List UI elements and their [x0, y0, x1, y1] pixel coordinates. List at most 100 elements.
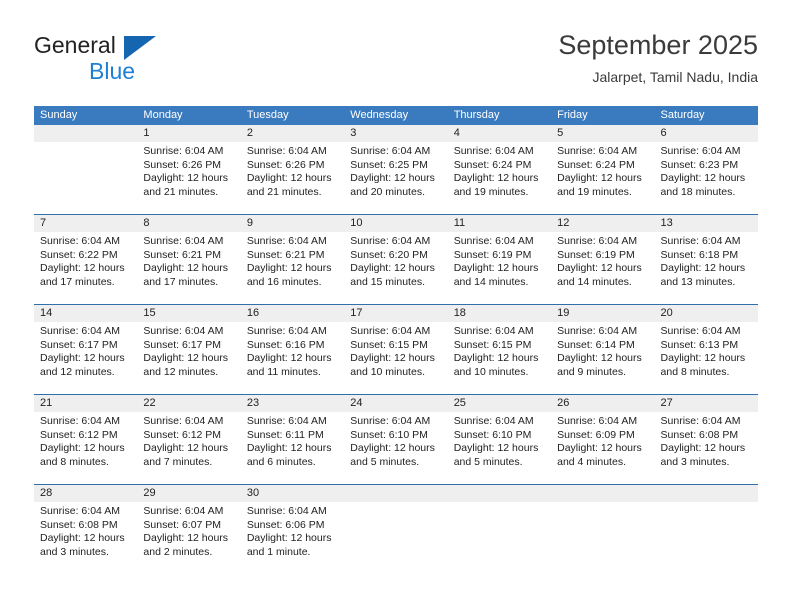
- day-number[interactable]: 4: [448, 125, 551, 142]
- day-cell[interactable]: Sunrise: 6:04 AM Sunset: 6:12 PM Daylight:…: [34, 412, 137, 484]
- day-number[interactable]: 21: [34, 395, 137, 412]
- day-cell[interactable]: Sunrise: 6:04 AM Sunset: 6:09 PM Daylight:…: [551, 412, 654, 484]
- day-number[interactable]: 5: [551, 125, 654, 142]
- day-cell[interactable]: Sunrise: 6:04 AM Sunset: 6:15 PM Daylight:…: [344, 322, 447, 394]
- day-cell[interactable]: Sunrise: 6:04 AM Sunset: 6:17 PM Daylight:…: [137, 322, 240, 394]
- sunset-text: Sunset: 6:26 PM: [246, 158, 325, 171]
- day-cell[interactable]: Sunrise: 6:04 AM Sunset: 6:22 PM Daylight:…: [34, 232, 137, 304]
- day-cell[interactable]: Sunrise: 6:04 AM Sunset: 6:07 PM Daylight:…: [137, 502, 240, 574]
- sunrise-text: Sunrise: 6:04 AM: [40, 235, 120, 247]
- daylight-text: Daylight: 12 hours and 14 minutes.: [557, 262, 642, 288]
- day-number[interactable]: 22: [137, 395, 240, 412]
- day-cell[interactable]: Sunrise: 6:04 AM Sunset: 6:24 PM Daylight:…: [448, 142, 551, 214]
- day-number[interactable]: 1: [137, 125, 240, 142]
- day-number[interactable]: 30: [241, 485, 344, 502]
- daylight-text: Daylight: 12 hours and 16 minutes.: [246, 262, 332, 288]
- day-number[interactable]: 28: [34, 485, 137, 502]
- day-number[interactable]: 25: [448, 395, 551, 412]
- week-date-number-row: 21 22 23 24 25 26 27: [34, 395, 758, 412]
- sunset-text: Sunset: 6:26 PM: [143, 158, 222, 171]
- daylight-text: Daylight: 12 hours and 9 minutes.: [557, 352, 642, 378]
- day-number[interactable]: 17: [344, 305, 447, 322]
- day-cell[interactable]: Sunrise: 6:04 AM Sunset: 6:08 PM Daylight:…: [34, 502, 137, 574]
- day-cell[interactable]: Sunrise: 6:04 AM Sunset: 6:14 PM Daylight:…: [551, 322, 654, 394]
- sunset-text: Sunset: 6:09 PM: [557, 428, 635, 441]
- day-number[interactable]: 18: [448, 305, 551, 322]
- day-number[interactable]: 14: [34, 305, 137, 322]
- day-cell[interactable]: Sunrise: 6:04 AM Sunset: 6:25 PM Daylight:…: [344, 142, 447, 214]
- sunset-text: Sunset: 6:17 PM: [143, 338, 222, 351]
- day-number[interactable]: 10: [344, 215, 447, 232]
- day-number[interactable]: 13: [655, 215, 758, 232]
- day-number[interactable]: 7: [34, 215, 137, 232]
- day-cell[interactable]: Sunrise: 6:04 AM Sunset: 6:08 PM Daylight:…: [655, 412, 758, 484]
- day-number[interactable]: 20: [655, 305, 758, 322]
- sunset-text: Sunset: 6:13 PM: [660, 338, 739, 351]
- day-number-empty: [655, 485, 758, 502]
- day-cell[interactable]: Sunrise: 6:04 AM Sunset: 6:11 PM Daylight:…: [241, 412, 344, 484]
- day-cell[interactable]: Sunrise: 6:04 AM Sunset: 6:10 PM Daylight:…: [448, 412, 551, 484]
- day-cell[interactable]: Sunrise: 6:04 AM Sunset: 6:19 PM Daylight:…: [448, 232, 551, 304]
- day-cell[interactable]: Sunrise: 6:04 AM Sunset: 6:16 PM Daylight:…: [241, 322, 344, 394]
- day-cell[interactable]: Sunrise: 6:04 AM Sunset: 6:21 PM Daylight:…: [137, 232, 240, 304]
- calendar-week-row: 1 2 3 4 5 6 Sunrise: 6:04 AM Sunset: 6:26 PM Day…: [34, 125, 758, 214]
- sunrise-text: Sunrise: 6:04 AM: [143, 145, 224, 157]
- sunrise-text: Sunrise: 6:04 AM: [557, 145, 638, 157]
- day-number[interactable]: 15: [137, 305, 240, 322]
- weekday-header-sunday: Sunday: [40, 109, 78, 121]
- sunrise-text: Sunrise: 6:04 AM: [350, 415, 431, 427]
- day-number[interactable]: 23: [241, 395, 344, 412]
- day-cell[interactable]: Sunrise: 6:04 AM Sunset: 6:26 PM Daylight:…: [137, 142, 240, 214]
- general-blue-logo[interactable]: General Blue: [34, 32, 214, 86]
- day-cell[interactable]: Sunrise: 6:04 AM Sunset: 6:19 PM Daylight:…: [551, 232, 654, 304]
- sunrise-text: Sunrise: 6:04 AM: [557, 235, 638, 247]
- sunrise-text: Sunrise: 6:04 AM: [40, 325, 120, 337]
- calendar-grid: Sunday Monday Tuesday Wednesday Thursday…: [34, 106, 758, 574]
- daylight-text: Daylight: 12 hours and 13 minutes.: [660, 262, 746, 288]
- day-number[interactable]: 8: [137, 215, 240, 232]
- sunrise-text: Sunrise: 6:04 AM: [246, 325, 327, 337]
- sunset-text: Sunset: 6:16 PM: [246, 338, 325, 351]
- day-number[interactable]: 16: [241, 305, 344, 322]
- day-number[interactable]: 29: [137, 485, 240, 502]
- daylight-text: Daylight: 12 hours and 5 minutes.: [350, 442, 435, 468]
- daylight-text: Daylight: 12 hours and 3 minutes.: [40, 532, 125, 558]
- day-cell[interactable]: Sunrise: 6:04 AM Sunset: 6:10 PM Daylight:…: [344, 412, 447, 484]
- day-number[interactable]: 24: [344, 395, 447, 412]
- day-number[interactable]: 9: [241, 215, 344, 232]
- title-block: September 2025 Jalarpet, Tamil Nadu, Ind…: [558, 28, 758, 86]
- day-cell[interactable]: Sunrise: 6:04 AM Sunset: 6:18 PM Daylight:…: [655, 232, 758, 304]
- day-cell[interactable]: Sunrise: 6:04 AM Sunset: 6:13 PM Daylight:…: [655, 322, 758, 394]
- day-number[interactable]: 11: [448, 215, 551, 232]
- daylight-text: Daylight: 12 hours and 1 minute.: [246, 532, 332, 558]
- day-number[interactable]: 19: [551, 305, 654, 322]
- day-cell[interactable]: Sunrise: 6:04 AM Sunset: 6:15 PM Daylight:…: [448, 322, 551, 394]
- daylight-text: Daylight: 12 hours and 3 minutes.: [660, 442, 746, 468]
- day-cell[interactable]: Sunrise: 6:04 AM Sunset: 6:26 PM Daylight:…: [241, 142, 344, 214]
- day-cell-empty: [34, 142, 137, 214]
- week-date-number-row: 14 15 16 17 18 19 20: [34, 305, 758, 322]
- day-cell[interactable]: Sunrise: 6:04 AM Sunset: 6:06 PM Daylight:…: [241, 502, 344, 574]
- daylight-text: Daylight: 12 hours and 8 minutes.: [660, 352, 746, 378]
- triangle-icon: [124, 36, 156, 60]
- sunset-text: Sunset: 6:15 PM: [453, 338, 532, 351]
- sunset-text: Sunset: 6:07 PM: [143, 518, 222, 531]
- day-cell[interactable]: Sunrise: 6:04 AM Sunset: 6:20 PM Daylight:…: [344, 232, 447, 304]
- day-cell[interactable]: Sunrise: 6:04 AM Sunset: 6:17 PM Daylight:…: [34, 322, 137, 394]
- day-number[interactable]: 12: [551, 215, 654, 232]
- day-number[interactable]: 26: [551, 395, 654, 412]
- day-number[interactable]: 3: [344, 125, 447, 142]
- day-cell[interactable]: Sunrise: 6:04 AM Sunset: 6:23 PM Daylight:…: [655, 142, 758, 214]
- day-number-empty: [551, 485, 654, 502]
- day-number[interactable]: 6: [655, 125, 758, 142]
- day-number[interactable]: 27: [655, 395, 758, 412]
- daylight-text: Daylight: 12 hours and 2 minutes.: [143, 532, 229, 558]
- day-cell[interactable]: Sunrise: 6:04 AM Sunset: 6:12 PM Daylight:…: [137, 412, 240, 484]
- sunset-text: Sunset: 6:24 PM: [557, 158, 635, 171]
- sunset-text: Sunset: 6:06 PM: [246, 518, 325, 531]
- daylight-text: Daylight: 12 hours and 12 minutes.: [143, 352, 229, 378]
- day-cell[interactable]: Sunrise: 6:04 AM Sunset: 6:21 PM Daylight:…: [241, 232, 344, 304]
- day-number[interactable]: 2: [241, 125, 344, 142]
- day-cell[interactable]: Sunrise: 6:04 AM Sunset: 6:24 PM Daylight:…: [551, 142, 654, 214]
- daylight-text: Daylight: 12 hours and 6 minutes.: [246, 442, 332, 468]
